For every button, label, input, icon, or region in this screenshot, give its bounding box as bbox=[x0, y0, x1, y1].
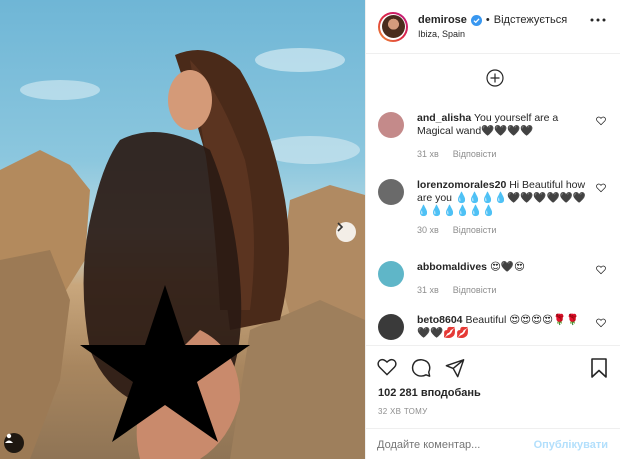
comment-avatar[interactable] bbox=[378, 179, 404, 205]
verified-badge-icon bbox=[470, 14, 482, 26]
username[interactable]: demirose bbox=[418, 14, 467, 26]
add-comment-row: Опублікувати bbox=[365, 428, 620, 459]
like-button[interactable] bbox=[377, 358, 397, 381]
comment-username[interactable]: and_alisha bbox=[417, 112, 471, 124]
comment-username[interactable]: lorenzomorales20 bbox=[417, 179, 506, 191]
post-header: demirose • Відстежується Ibiza, Spain bbox=[366, 0, 620, 54]
next-image-button[interactable] bbox=[336, 222, 356, 242]
comment-input[interactable] bbox=[377, 438, 534, 451]
comment-icon bbox=[411, 359, 431, 377]
reply-button[interactable]: Відповісти bbox=[453, 285, 497, 295]
post-time[interactable]: 32 ХВ ТОМУ bbox=[378, 407, 428, 416]
comment-text: 😍🖤😍 bbox=[489, 261, 525, 273]
heart-icon bbox=[377, 358, 397, 376]
separator-dot: • bbox=[485, 14, 490, 26]
heart-icon[interactable] bbox=[596, 183, 606, 193]
likes-count[interactable]: 102 281 вподобань bbox=[378, 387, 481, 399]
comment-item: and_alisha You yourself are a Magical wa… bbox=[378, 112, 608, 161]
comment-item: abbomaldives 😍🖤😍 31 хв Відповісти bbox=[378, 261, 608, 297]
post-photo[interactable] bbox=[0, 0, 365, 459]
comment-username[interactable]: abbomaldives bbox=[417, 261, 487, 273]
tagged-users-button[interactable] bbox=[4, 433, 24, 453]
heart-icon[interactable] bbox=[596, 116, 606, 126]
comment-username[interactable]: beto8604 bbox=[417, 314, 463, 326]
post-actions: 102 281 вподобань 32 ХВ ТОМУ Опублікуват… bbox=[365, 345, 620, 459]
comment-time[interactable]: 31 хв bbox=[417, 149, 439, 159]
heart-icon[interactable] bbox=[596, 318, 606, 328]
comment-avatar[interactable] bbox=[378, 112, 404, 138]
bookmark-icon bbox=[591, 358, 607, 378]
location-link[interactable]: Ibiza, Spain bbox=[418, 29, 567, 39]
heart-icon[interactable] bbox=[596, 265, 606, 275]
following-button[interactable]: Відстежується bbox=[494, 14, 567, 26]
comment-avatar[interactable] bbox=[378, 261, 404, 287]
avatar[interactable] bbox=[378, 11, 408, 42]
comment-button[interactable] bbox=[411, 358, 431, 381]
share-button[interactable] bbox=[445, 358, 465, 381]
comment-item: beto8604 Beautiful 😍😍😍😍🌹🌹🖤🖤💋💋 bbox=[378, 314, 608, 340]
reply-button[interactable]: Відповісти bbox=[453, 149, 497, 159]
comment-avatar[interactable] bbox=[378, 314, 404, 340]
comment-item: lorenzomorales20 Hi Beautiful how are yo… bbox=[378, 179, 608, 237]
user-icon bbox=[5, 433, 13, 443]
comment-time[interactable]: 30 хв bbox=[417, 225, 439, 235]
send-icon bbox=[445, 359, 465, 378]
reply-button[interactable]: Відповісти bbox=[453, 225, 497, 235]
chevron-right-icon bbox=[337, 222, 344, 232]
publish-button[interactable]: Опублікувати bbox=[534, 439, 608, 451]
load-more-comments-icon[interactable] bbox=[486, 69, 504, 87]
comment-time[interactable]: 31 хв bbox=[417, 285, 439, 295]
photo-scene bbox=[0, 48, 365, 459]
more-options-icon[interactable] bbox=[590, 18, 606, 22]
save-button[interactable] bbox=[590, 358, 608, 381]
